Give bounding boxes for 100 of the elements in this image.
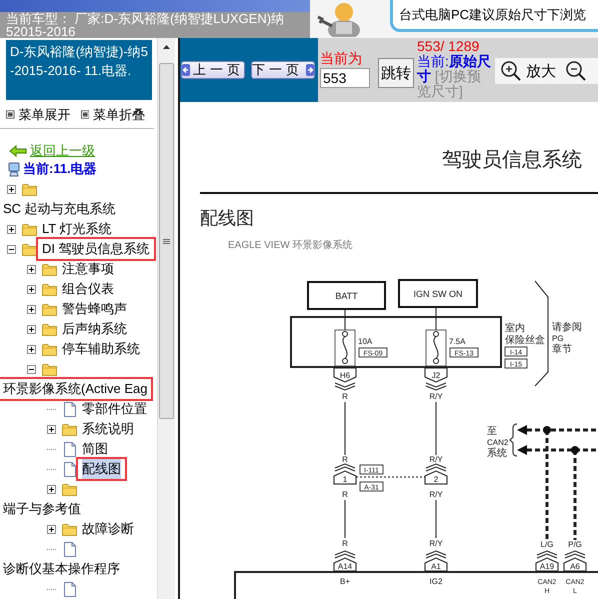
tree-toggle[interactable] (27, 304, 36, 314)
wire-code-label: R (342, 490, 348, 499)
brace (510, 424, 518, 456)
folder-icon (42, 322, 57, 336)
page-heading: 配线图 (200, 208, 254, 228)
document-icon (64, 462, 76, 476)
document-icon (64, 402, 76, 416)
tree-item[interactable]: SC 起动与充电系统 (3, 199, 116, 219)
tree-toggle[interactable] (27, 284, 36, 294)
folder-icon (22, 222, 37, 236)
grip-icon (163, 238, 170, 244)
tree-item[interactable]: 简图 (82, 439, 108, 459)
tree-item[interactable]: 端子与参考值 (3, 499, 81, 519)
junction-dot (571, 446, 579, 454)
tree-toggle[interactable] (7, 184, 16, 194)
tree-item[interactable]: 配线图 (82, 459, 121, 479)
zoom-out-button[interactable] (566, 61, 586, 81)
back-arrow-icon (9, 144, 27, 157)
folder-icon (42, 362, 57, 376)
tree-toggle[interactable] (27, 324, 36, 334)
folder-icon (62, 522, 77, 536)
connector-pin: A19 (536, 550, 558, 572)
connector-pin: 1 (334, 463, 356, 484)
tree-toggle[interactable] (27, 344, 36, 354)
fuse-box-label: 保险丝盒 (505, 335, 545, 346)
tree-item[interactable]: 注意事项 (62, 259, 114, 279)
folder-icon (42, 342, 57, 356)
tree-item[interactable]: 后声纳系统 (62, 319, 127, 339)
right-arrow-icon (306, 64, 314, 76)
tree-item[interactable]: 停车辅助系统 (62, 339, 140, 359)
connector-pin: A1 (424, 550, 448, 572)
tree-toggle[interactable] (7, 224, 16, 234)
tree-item[interactable]: 系统说明 (82, 419, 134, 439)
connector-pin: A6 (564, 550, 586, 572)
next-page-button[interactable]: 下一页 (251, 61, 315, 79)
tree-item[interactable]: 环景影像系统(Active Eag (3, 379, 148, 399)
tree-toggle[interactable] (47, 524, 56, 534)
tree-item[interactable]: 零部件位置 (82, 399, 147, 419)
power-source-block: BATT (307, 281, 386, 310)
fuse-rating: 10A (358, 337, 372, 346)
wire-code-label: R/Y (429, 455, 443, 464)
wire-code-label: R (342, 455, 348, 464)
zoom-in-icon (501, 61, 521, 81)
folder-icon (62, 482, 77, 496)
tree-item[interactable]: 警告蜂鸣声 (62, 299, 127, 319)
manual-title: D-东风裕隆(纳智捷)-纳5-2015-2016- 11.电器. (6, 40, 152, 100)
wire (344, 402, 346, 456)
tree-item[interactable]: LT 灯光系统 (42, 219, 112, 239)
diagram-caption: EAGLE VIEW 环景影像系统 (228, 240, 352, 251)
previous-page-button[interactable]: 上一页 (181, 61, 245, 79)
module-pin-label: B+ (340, 577, 350, 586)
section-title: 驾驶员信息系统 (442, 149, 582, 171)
page-field-label: 当前为 (320, 50, 363, 66)
folder-icon (22, 242, 37, 256)
can-label: CAN2 (487, 438, 508, 447)
document-icon (64, 582, 76, 596)
collapse-menu-link[interactable]: 菜单折叠 (93, 106, 145, 124)
wire-code-label: P/G (568, 540, 582, 549)
computer-icon (8, 162, 20, 177)
connector-pin: 2 (424, 463, 448, 484)
wire (344, 308, 346, 330)
vehicle-model-text: 当前车型： 厂家:D-东风裕隆(纳智捷LUXGEN)纳 (6, 12, 286, 25)
tree-toggle[interactable] (47, 484, 56, 494)
reference-note: 章节 (552, 344, 572, 355)
document-icon (64, 542, 76, 556)
left-arrow-icon (182, 64, 190, 76)
wire-code-label: R/Y (429, 490, 443, 499)
connector-pin: J2 (424, 368, 448, 391)
connector-pin: A14 (334, 550, 356, 572)
folder-icon (22, 182, 37, 196)
tree-item[interactable]: DI 驾驶员信息系统 (42, 239, 150, 259)
tree-item[interactable]: 组合仪表 (62, 279, 114, 299)
reference-note: 请参阅 (552, 322, 582, 333)
tree-item[interactable]: 故障诊断 (82, 519, 134, 539)
tree-toggle[interactable] (27, 364, 36, 374)
page-number-field[interactable]: 553 (320, 68, 370, 88)
jump-button[interactable]: 跳转 (378, 58, 414, 88)
junction-dot (543, 426, 551, 434)
joint-link-line (356, 476, 426, 478)
wire-code-label: L/G (540, 540, 554, 549)
wire-code-label: R (342, 392, 348, 401)
notice-text: 台式电脑PC建议原始尺寸下浏览 (399, 7, 586, 22)
tree-toggle[interactable] (7, 244, 16, 254)
can-label: 系统 (487, 448, 507, 459)
expand-menu-link[interactable]: 菜单展开 (18, 106, 70, 124)
tree-toggle[interactable] (27, 264, 36, 274)
back-link[interactable]: 返回上一级 (30, 142, 95, 160)
zoom-out-icon (566, 61, 586, 81)
tree-item[interactable]: 诊断仪基本操作程序 (3, 559, 120, 579)
folder-icon (42, 282, 57, 296)
tree-toggle[interactable] (47, 424, 56, 434)
vehicle-model-text: 52015-2016 (6, 25, 76, 38)
folder-icon (62, 422, 77, 436)
scrollbar-thumb[interactable] (159, 63, 174, 419)
wire (344, 500, 346, 538)
list-box-icon (80, 110, 89, 120)
folder-icon (42, 302, 57, 316)
folder-icon (42, 262, 57, 276)
reference-note: PG (552, 334, 564, 343)
power-source-block: IGN SW ON (398, 279, 478, 308)
